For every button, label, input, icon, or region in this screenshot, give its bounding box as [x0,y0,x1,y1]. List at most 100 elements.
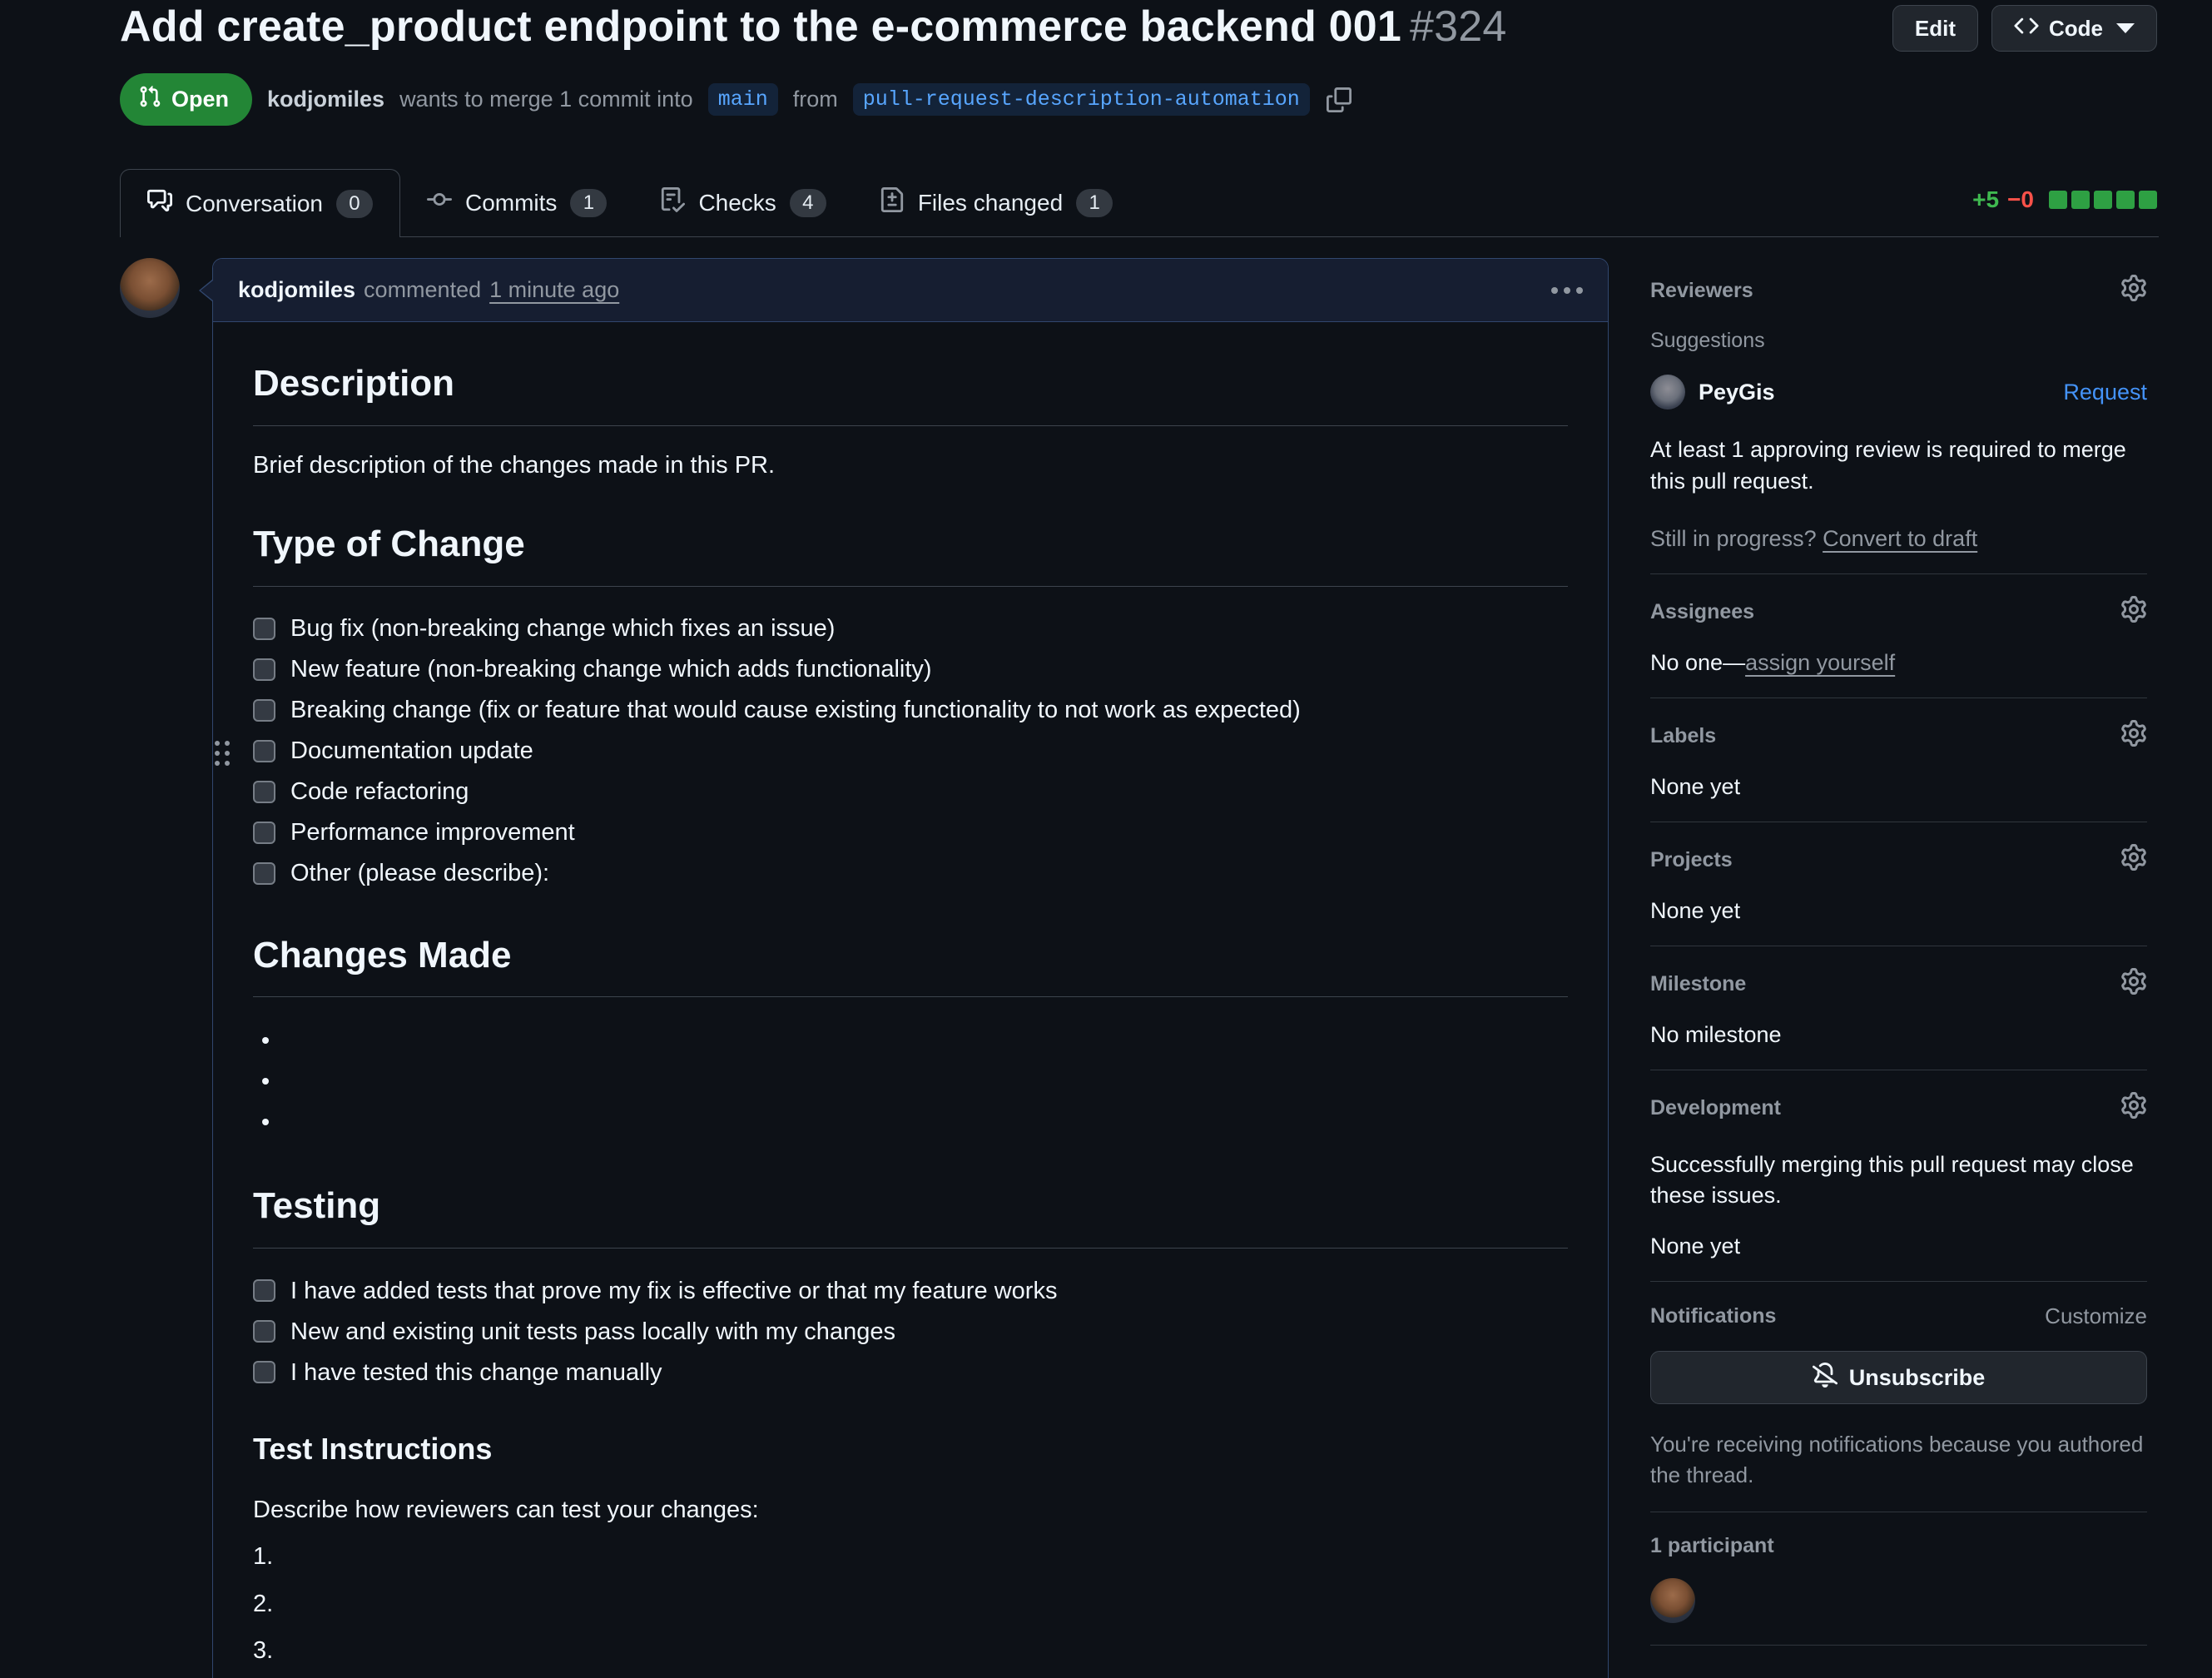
checkbox[interactable] [253,740,275,762]
sidebar-section-milestone: Milestone No milestone [1650,946,2147,1070]
task-item: I have tested this change manually [253,1352,1568,1393]
tab-count: 1 [570,189,607,217]
sidebar-section-labels: Labels None yet [1650,698,2147,822]
tab-count: 1 [1076,189,1113,217]
deletions-count: −0 [2007,186,2034,213]
reviewers-heading: Reviewers [1650,279,1753,303]
page-title: Add create_product endpoint to the e-com… [120,2,1696,52]
description-text: Brief description of the changes made in… [253,448,1568,483]
task-item: New and existing unit tests pass locally… [253,1311,1568,1352]
draft-question-text: Still in progress? [1650,526,1817,551]
bell-slash-icon [1813,1363,1838,1393]
status-badge: Open [120,73,252,126]
drag-handle-icon[interactable] [215,741,230,766]
request-review-link[interactable]: Request [2063,380,2147,405]
tab-conversation[interactable]: Conversation 0 [120,169,400,237]
gear-icon[interactable] [2120,844,2147,876]
checkbox[interactable] [253,822,275,844]
git-pull-request-icon [138,85,161,114]
changes-made-list [253,1022,1568,1144]
empty-bullet [281,1104,1568,1144]
header-actions: Edit Code [1892,5,2157,52]
labels-empty-text: None yet [1650,774,2147,800]
code-icon [2014,13,2039,44]
task-label: Bug fix (non-breaking change which fixes… [290,611,835,646]
avatar[interactable] [1650,1578,1695,1623]
checkbox[interactable] [253,1320,275,1343]
task-item: Code refactoring [253,772,1568,812]
pr-author-link[interactable]: kodjomiles [267,87,384,112]
git-commit-icon [427,187,452,218]
task-item: New feature (non-breaking change which a… [253,649,1568,690]
tab-files-changed[interactable]: Files changed 1 [853,169,1139,236]
customize-link[interactable]: Customize [2045,1303,2147,1329]
code-button-label: Code [2049,16,2103,42]
comment-timestamp-link[interactable]: 1 minute ago [489,277,619,303]
suggested-reviewer-row: PeyGis Request [1650,375,2147,410]
tab-label: Commits [465,190,557,216]
assignees-heading: Assignees [1650,600,1754,624]
sidebar-section-reviewers: Reviewers Suggestions PeyGis Request At … [1650,275,2147,574]
checkbox[interactable] [253,862,275,885]
testing-list: I have added tests that prove my fix is … [253,1270,1568,1393]
kebab-menu-icon[interactable] [1551,287,1583,294]
test-step: 2. [253,1586,1568,1621]
task-label: New and existing unit tests pass locally… [290,1314,895,1349]
pr-tabnav: Conversation 0 Commits 1 Checks 4 Files … [120,169,2159,237]
copy-branch-icon[interactable] [1327,87,1352,112]
gear-icon[interactable] [2120,275,2147,307]
review-required-note: At least 1 approving review is required … [1650,434,2147,498]
labels-heading: Labels [1650,724,1716,748]
gear-icon[interactable] [2120,720,2147,752]
projects-heading: Projects [1650,848,1733,872]
comment-author-link[interactable]: kodjomiles [238,277,355,303]
tab-count: 0 [336,190,373,218]
checkbox[interactable] [253,1279,275,1302]
unsubscribe-button[interactable]: Unsubscribe [1650,1351,2147,1404]
task-label: Code refactoring [290,774,469,809]
task-item: Other (please describe): [253,853,1568,894]
development-note: Successfully merging this pull request m… [1650,1149,2147,1213]
development-heading: Development [1650,1096,1781,1120]
test-step: 1. [253,1539,1568,1574]
task-label: New feature (non-breaking change which a… [290,652,932,687]
task-label: I have tested this change manually [290,1355,662,1390]
head-branch-label[interactable]: pull-request-description-automation [853,83,1310,116]
convert-to-draft-link[interactable]: Convert to draft [1823,526,1977,551]
comment-caret [199,279,213,302]
gear-icon[interactable] [2120,1092,2147,1124]
assignees-empty-text: No one— [1650,650,1745,675]
gear-icon[interactable] [2120,968,2147,1000]
testing-heading: Testing [253,1179,1568,1249]
notifications-heading: Notifications [1650,1304,1776,1328]
task-item: Breaking change (fix or feature that wou… [253,690,1568,731]
timeline: kodjomiles commented 1 minute ago Descri… [120,258,1609,1678]
comment-discussion-icon [147,188,172,219]
checkbox[interactable] [253,658,275,681]
assign-yourself-link[interactable]: assign yourself [1745,650,1895,675]
code-button[interactable]: Code [1991,5,2157,52]
milestone-heading: Milestone [1650,972,1746,996]
tab-checks[interactable]: Checks 4 [633,169,852,236]
description-heading: Description [253,357,1568,426]
suggested-reviewer-name[interactable]: PeyGis [1699,380,1775,405]
from-text: from [793,87,838,112]
checkbox[interactable] [253,618,275,640]
merge-text: wants to merge 1 commit into [399,87,693,112]
checkbox[interactable] [253,781,275,803]
sidebar-divider [1650,1645,2147,1646]
avatar[interactable] [120,258,180,318]
checkbox[interactable] [253,699,275,722]
task-label: I have added tests that prove my fix is … [290,1273,1057,1308]
base-branch-label[interactable]: main [708,83,778,116]
gear-icon[interactable] [2120,596,2147,628]
suggestions-label: Suggestions [1650,329,2147,353]
comment-action-text: commented [364,277,481,303]
empty-bullet [281,1063,1568,1104]
edit-button[interactable]: Edit [1892,5,1978,52]
status-badge-label: Open [171,87,229,112]
pr-meta-row: Open kodjomiles wants to merge 1 commit … [120,73,1352,126]
tab-commits[interactable]: Commits 1 [400,169,633,236]
checkbox[interactable] [253,1361,275,1383]
tab-label: Conversation [186,191,323,217]
